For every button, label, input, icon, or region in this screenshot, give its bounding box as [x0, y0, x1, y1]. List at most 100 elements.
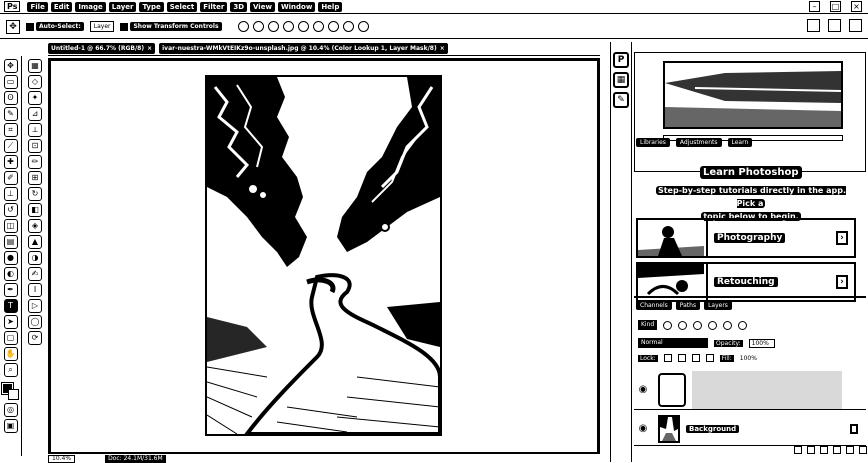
paint-bucket-icon[interactable]: ◈: [28, 219, 42, 233]
doc-info[interactable]: Doc: 24.1M/31.6M: [105, 454, 166, 463]
distribute-v-icon[interactable]: [357, 21, 369, 32]
new-group-icon[interactable]: [846, 446, 854, 454]
gradient-tool-icon[interactable]: ▤: [3, 235, 18, 249]
move-tool-icon[interactable]: ✥: [3, 59, 18, 73]
fill-input[interactable]: 100%: [740, 355, 757, 362]
auto-select-dropdown[interactable]: Layer: [89, 21, 115, 32]
path-select-tool-icon[interactable]: ➤: [3, 315, 18, 329]
stamp-tool-icon[interactable]: ⊥: [3, 187, 18, 201]
filter-smart-object-icon[interactable]: [723, 320, 733, 330]
shape-tool-icon[interactable]: ▢: [3, 331, 18, 345]
quick-select-tool-icon[interactable]: ✎: [3, 107, 18, 121]
hand-tool-icon[interactable]: ✋: [3, 347, 18, 361]
distribute-h-icon[interactable]: [342, 21, 354, 32]
pattern-stamp-icon[interactable]: ⊞: [28, 171, 42, 185]
close-icon[interactable]: ×: [147, 45, 152, 52]
type-tool-icon[interactable]: T: [3, 299, 18, 313]
crop-tool-icon[interactable]: ⌗: [3, 123, 18, 137]
zoom-level[interactable]: 10.4%: [48, 454, 76, 463]
zoom-tool-icon[interactable]: ⌕: [3, 363, 18, 377]
menu-edit[interactable]: Edit: [50, 1, 73, 12]
lasso-tool-icon[interactable]: ʘ: [3, 91, 18, 105]
menu-type[interactable]: Type: [139, 1, 164, 12]
filter-type-icon[interactable]: [693, 320, 703, 330]
background-color-swatch[interactable]: [7, 389, 19, 400]
distribute-icon[interactable]: [327, 21, 339, 32]
document-image[interactable]: [205, 75, 442, 436]
artboard-tool-icon[interactable]: ▦: [28, 59, 42, 73]
move-tool-preset-icon[interactable]: ✥: [6, 19, 20, 34]
healing-tool-icon[interactable]: ✚: [3, 155, 18, 169]
filter-shape-icon[interactable]: [708, 320, 718, 330]
layer-thumbnail[interactable]: [658, 414, 680, 443]
filter-toggle-icon[interactable]: [738, 320, 748, 330]
chevron-right-icon[interactable]: ›: [836, 275, 848, 289]
blend-mode-select[interactable]: Normal: [638, 338, 708, 348]
direct-select-icon[interactable]: ▷: [28, 299, 42, 313]
doc-tab-active[interactable]: ivar-nuestra-WMkVtEIKz9o-unsplash.jpg @ …: [159, 43, 448, 54]
close-icon[interactable]: ×: [851, 1, 862, 12]
menu-help[interactable]: Help: [318, 1, 343, 12]
menu-file[interactable]: File: [27, 1, 48, 12]
maximize-icon[interactable]: □: [830, 1, 841, 12]
new-adjustment-icon[interactable]: [833, 446, 841, 454]
eraser-tool-icon[interactable]: ◫: [3, 219, 18, 233]
show-transform-checkbox[interactable]: Show Transform Controls: [120, 22, 222, 31]
link-layers-icon[interactable]: [794, 446, 802, 454]
menu-window[interactable]: Window: [277, 1, 316, 12]
menu-filter[interactable]: Filter: [200, 1, 228, 12]
color-swatches[interactable]: [0, 382, 20, 401]
bg-eraser-icon[interactable]: ◧: [28, 203, 42, 217]
search-icon[interactable]: [807, 19, 820, 32]
eye-icon[interactable]: ◉: [634, 384, 652, 395]
layer-row-background[interactable]: ◉ Background: [634, 412, 866, 446]
art-history-icon[interactable]: ↻: [28, 187, 42, 201]
align-right-icon[interactable]: [312, 21, 324, 32]
add-mask-icon[interactable]: [820, 446, 828, 454]
dodge-tool-icon[interactable]: ◐: [3, 267, 18, 281]
brush-panel-icon[interactable]: ✎: [613, 92, 629, 108]
ellipse-tool-icon[interactable]: ◯: [28, 315, 42, 329]
properties-panel-icon[interactable]: P: [613, 52, 629, 68]
align-center-icon[interactable]: [297, 21, 309, 32]
magic-wand-icon[interactable]: ✦: [28, 91, 42, 105]
blur-tool-icon[interactable]: ●: [3, 251, 18, 265]
learn-card-photography[interactable]: Photography ›: [636, 218, 856, 258]
chevron-right-icon[interactable]: ›: [836, 231, 848, 245]
align-middle-icon[interactable]: [252, 21, 264, 32]
tab-layers[interactable]: Layers: [704, 301, 732, 310]
lock-pixels-icon[interactable]: [663, 354, 672, 362]
pencil-tool-icon[interactable]: ✏: [28, 155, 42, 169]
rotate-view-icon[interactable]: ⟳: [28, 331, 42, 345]
lock-position-icon[interactable]: [677, 354, 686, 362]
close-icon[interactable]: ×: [440, 45, 445, 52]
align-bottom-icon[interactable]: [267, 21, 279, 32]
layer-row-color-lookup[interactable]: ◉: [634, 370, 866, 410]
menu-image[interactable]: Image: [75, 1, 106, 12]
share-icon[interactable]: [849, 19, 862, 32]
filter-adjustment-icon[interactable]: [678, 320, 688, 330]
tab-channels[interactable]: Channels: [636, 301, 672, 310]
tab-paths[interactable]: Paths: [675, 301, 701, 310]
patch-tool-icon[interactable]: ⊡: [28, 139, 42, 153]
burn-tool-icon[interactable]: ◑: [28, 251, 42, 265]
navigator-thumbnail[interactable]: [663, 61, 843, 129]
menu-select[interactable]: Select: [166, 1, 198, 12]
layer-mask-thumbnail[interactable]: [658, 372, 686, 407]
pen-tool-icon[interactable]: ✒: [3, 283, 18, 297]
filter-kind-select[interactable]: Kind: [638, 320, 658, 330]
slice-tool-icon[interactable]: ⊿: [28, 107, 42, 121]
brush-tool-icon[interactable]: ✐: [3, 171, 18, 185]
lock-all-icon[interactable]: [705, 354, 714, 362]
auto-select-checkbox[interactable]: Auto-Select:: [26, 22, 84, 31]
lock-artboard-icon[interactable]: [691, 354, 700, 362]
align-left-icon[interactable]: [282, 21, 294, 32]
ruler-tool-icon[interactable]: ⟂: [28, 123, 42, 137]
quick-mask-icon[interactable]: ◎: [3, 403, 18, 417]
menu-view[interactable]: View: [250, 1, 275, 12]
filter-pixel-icon[interactable]: [663, 320, 673, 330]
opacity-input[interactable]: 100%: [748, 338, 775, 348]
layer-style-icon[interactable]: [807, 446, 815, 454]
menu-3d[interactable]: 3D: [230, 1, 248, 12]
screen-mode-icon[interactable]: ▣: [3, 419, 18, 433]
